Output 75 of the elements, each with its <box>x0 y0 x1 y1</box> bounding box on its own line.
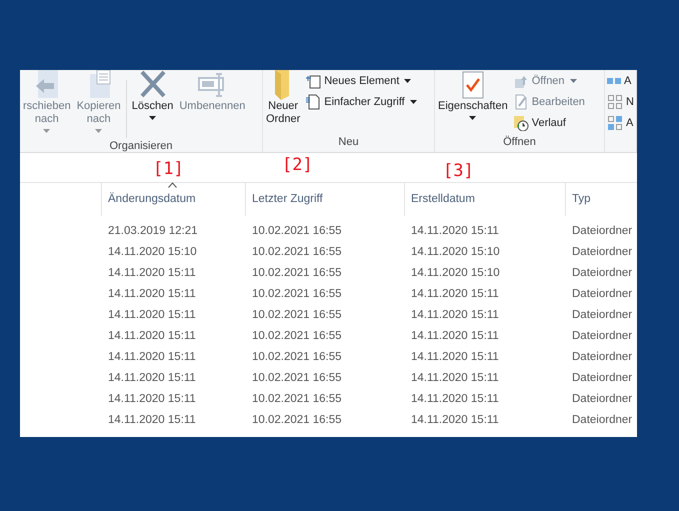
ribbon-button[interactable]: Neuer Ordner <box>265 70 302 126</box>
table-cell-text: 14.11.2020 15:11 <box>411 329 499 344</box>
annotation-label: [2] <box>282 154 313 177</box>
table-cell-text: Dateiordner <box>572 224 632 239</box>
table-cell-text: Dateiordner <box>572 371 632 386</box>
table-cell-text: 14.11.2020 15:11 <box>108 329 196 344</box>
edit-icon <box>512 94 529 110</box>
select-none-icon <box>607 94 623 110</box>
caret-icon <box>570 79 577 83</box>
group-label: Organisieren <box>110 140 172 152</box>
table-cell-text: 14.11.2020 15:10 <box>411 245 500 260</box>
history-icon <box>512 115 529 131</box>
caret-icon <box>149 116 156 120</box>
ribbon-button[interactable]: Einfacher Zugriff <box>305 93 417 111</box>
table-cell-text: 14.11.2020 15:11 <box>411 350 499 365</box>
table-cell-text: 14.11.2020 15:11 <box>411 413 499 428</box>
select-all-icon <box>607 78 621 84</box>
table-cell-text: 10.02.2021 16:55 <box>252 329 342 344</box>
document-icon <box>305 94 322 110</box>
table-cell-text: 10.02.2021 16:55 <box>252 224 342 239</box>
table-cell-text: 14.11.2020 15:11 <box>108 287 196 302</box>
table-cell-text: 14.11.2020 15:11 <box>108 413 196 428</box>
table-cell-text: 10.02.2021 16:55 <box>252 308 342 323</box>
group-label: Öffnen <box>503 136 536 148</box>
table-cell-text: 14.11.2020 15:11 <box>108 266 196 281</box>
table-cell-text: Dateiordner <box>572 392 632 407</box>
ribbon-button[interactable]: N <box>607 93 634 111</box>
table-cell-text: 14.11.2020 15:11 <box>108 392 196 407</box>
invert-selection-icon <box>607 115 623 131</box>
table-cell-text: 14.11.2020 15:11 <box>411 224 499 239</box>
annotation-label: [3] <box>443 160 474 183</box>
table-cell-text: 14.11.2020 15:11 <box>108 350 196 365</box>
table-cell-text: Dateiordner <box>572 245 632 260</box>
table-cell-text: 10.02.2021 16:55 <box>252 266 342 281</box>
table-cell-text: 10.02.2021 16:55 <box>252 413 342 428</box>
table-cell-text: 14.11.2020 15:10 <box>108 245 197 260</box>
ribbon-button[interactable]: Löschen <box>130 70 174 120</box>
table-cell-text: 14.11.2020 15:10 <box>411 266 500 281</box>
sort-ascending-icon <box>168 182 177 188</box>
table-cell-text: 14.11.2020 15:11 <box>108 371 196 386</box>
caret-icon <box>43 129 50 133</box>
table-cell-text: Dateiordner <box>572 266 632 281</box>
table-cell-text: Dateiordner <box>572 329 632 344</box>
table-cell-text: 14.11.2020 15:11 <box>411 287 499 302</box>
column-header[interactable]: Erstelldatum <box>404 183 565 216</box>
table-cell-text: 10.02.2021 16:55 <box>252 350 342 365</box>
ribbon-button[interactable]: Neues Element <box>305 72 417 90</box>
column-header[interactable]: Änderungsdatum <box>101 183 245 216</box>
new-item-icon <box>305 73 322 89</box>
caret-icon <box>410 100 417 104</box>
table-cell-text: Dateiordner <box>572 413 632 428</box>
table-cell-text: 10.02.2021 16:55 <box>252 392 342 407</box>
caret-icon <box>95 129 102 133</box>
table-cell-text: 21.03.2019 12:21 <box>108 224 198 239</box>
annotation-label: [1] <box>153 158 184 181</box>
column-header[interactable]: Letzter Zugriff <box>245 183 404 216</box>
ribbon-button[interactable]: A <box>607 114 634 132</box>
column-header[interactable]: Typ <box>565 183 637 216</box>
delete-icon <box>138 70 168 100</box>
ribbon-button[interactable]: Eigenschaften <box>437 70 509 120</box>
table-cell-text: 10.02.2021 16:55 <box>252 287 342 302</box>
table-cell-text: Dateiordner <box>572 308 632 323</box>
table-cell-text: 10.02.2021 16:55 <box>252 245 342 260</box>
ribbon-button[interactable]: A <box>607 72 634 90</box>
table-cell-text: 14.11.2020 15:11 <box>411 392 499 407</box>
caret-icon <box>404 79 412 83</box>
ribbon-button[interactable]: Verlauf <box>512 114 585 132</box>
table-cell-text: 14.11.2020 15:11 <box>108 308 196 323</box>
group-label: Neu <box>338 136 359 148</box>
table-cell-text: Dateiordner <box>572 350 632 365</box>
table-cell-text: Dateiordner <box>572 287 632 302</box>
table-cell-text: 10.02.2021 16:55 <box>252 371 342 386</box>
table-cell-text: 14.11.2020 15:11 <box>411 371 499 386</box>
caret-icon <box>469 116 476 120</box>
table-cell-text: 14.11.2020 15:11 <box>411 308 499 323</box>
